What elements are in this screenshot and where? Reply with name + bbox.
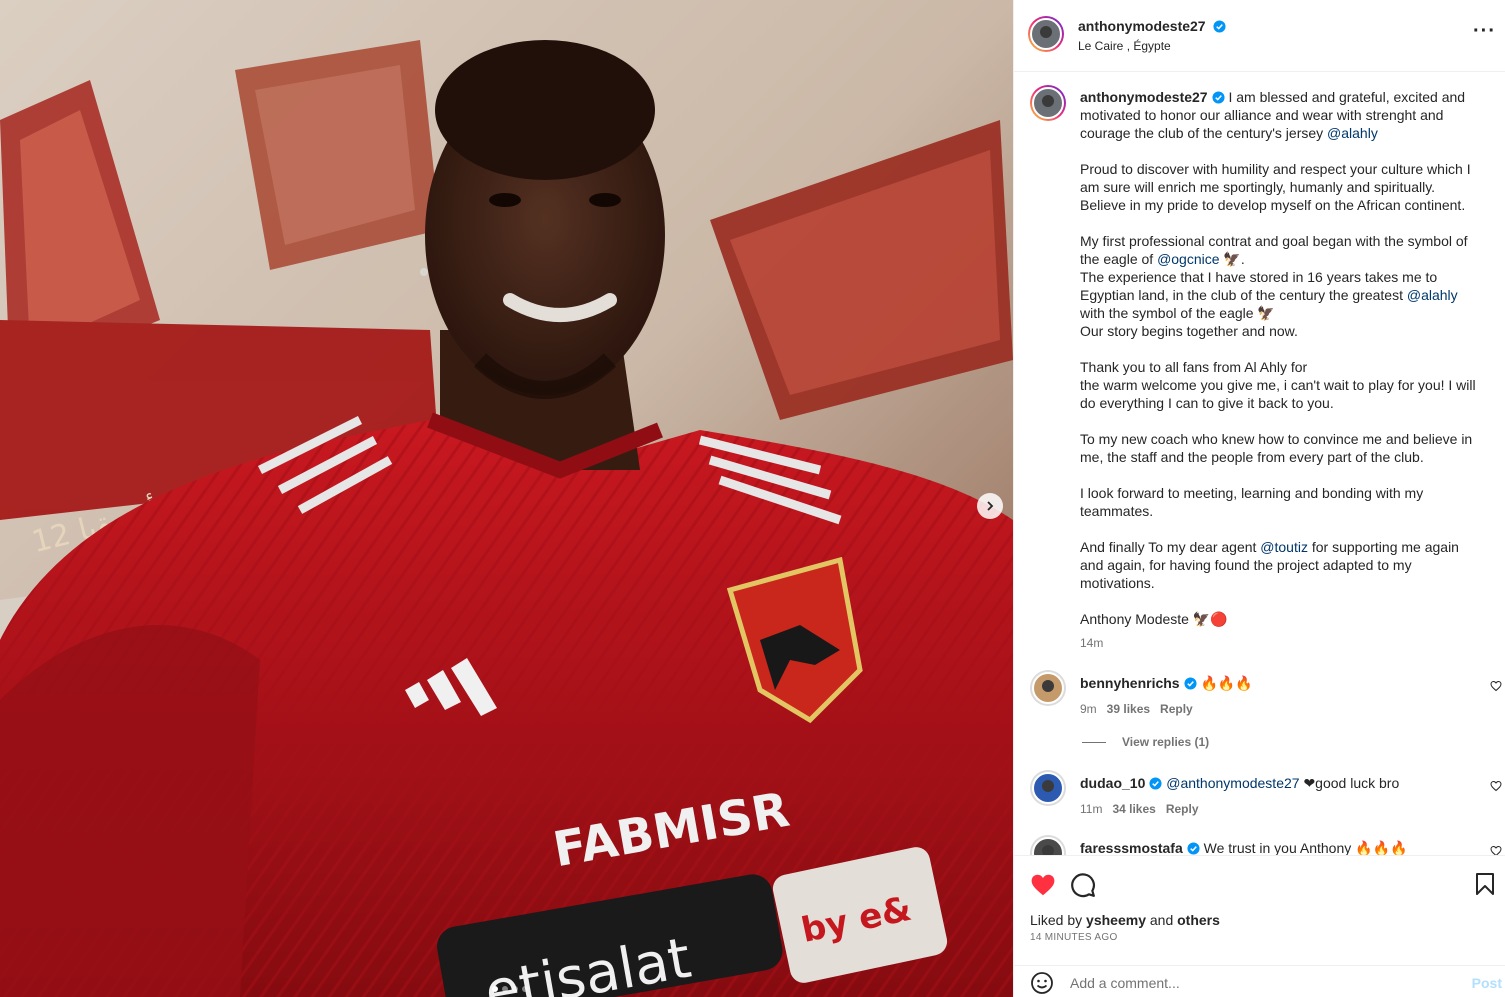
chevron-right-icon xyxy=(987,501,994,511)
mention-link[interactable]: @alahly xyxy=(1327,125,1378,141)
comment-like-heart-icon[interactable] xyxy=(1490,780,1502,792)
verified-badge-icon xyxy=(1212,91,1225,104)
carousel-dot xyxy=(512,986,518,992)
liked-by-user[interactable]: ysheemy xyxy=(1086,912,1146,928)
comment-bubble-icon[interactable] xyxy=(1070,872,1096,898)
post-time-ago[interactable]: 14 MINUTES AGO xyxy=(1030,932,1118,943)
comment-likes[interactable]: 34 likes xyxy=(1112,802,1155,816)
carousel-next-button[interactable] xyxy=(977,493,1003,519)
more-options-icon[interactable]: ··· xyxy=(1473,21,1496,41)
author-avatar[interactable] xyxy=(1028,16,1064,52)
caption-text: anthonymodeste27 I am blessed and gratef… xyxy=(1080,88,1480,652)
carousel-indicator xyxy=(492,986,528,992)
caption-avatar[interactable] xyxy=(1030,85,1066,121)
comments-list[interactable]: anthonymodeste27 I am blessed and gratef… xyxy=(1014,73,1505,855)
mention-link[interactable]: @anthonymodeste27 xyxy=(1166,775,1299,791)
comment-avatar[interactable] xyxy=(1030,670,1066,706)
carousel-dot xyxy=(502,986,508,992)
post-comment-button[interactable]: Post xyxy=(1472,975,1502,991)
caption-text-fragment: the warm welcome you give me, i can't wa… xyxy=(1080,377,1476,411)
comment-username[interactable]: faresssmostafa xyxy=(1080,840,1183,855)
comment-item: faresssmostafa We trust in you Anthony 🔥… xyxy=(1030,835,1505,855)
caption-text-fragment: The experience that I have stored in 16 … xyxy=(1080,269,1438,303)
caption-text-fragment: Thank you to all fans from Al Ahly for xyxy=(1080,359,1308,375)
post-actions: Liked by ysheemy and others 14 MINUTES A… xyxy=(1014,855,1505,965)
caption-paragraph: Proud to discover with humility and resp… xyxy=(1080,161,1471,213)
comment-likes[interactable]: 39 likes xyxy=(1107,702,1150,716)
caption-signature: Anthony Modeste 🦅🔴 xyxy=(1080,611,1228,627)
post-media[interactable]: الأهلي بطل أفريقيا 12 xyxy=(0,0,1013,997)
comment-item: bennyhenrichs 🔥🔥🔥 9m 39 likes Reply xyxy=(1030,670,1505,730)
comment-username[interactable]: dudao_10 xyxy=(1080,775,1145,791)
view-replies-button[interactable]: View replies (1) xyxy=(1082,735,1209,749)
comment-text: We trust in you Anthony 🔥🔥🔥 xyxy=(1203,840,1408,855)
liked-by-and: and xyxy=(1145,912,1178,928)
comment-item: dudao_10 @anthonymodeste27 ❤good luck br… xyxy=(1030,770,1505,830)
liked-by-prefix: Liked by xyxy=(1030,912,1087,928)
post-modal: الأهلي بطل أفريقيا 12 xyxy=(0,0,1505,997)
caption-timestamp[interactable]: 14m xyxy=(1080,634,1480,652)
carousel-dot xyxy=(492,986,498,992)
comment-reply-button[interactable]: Reply xyxy=(1166,802,1199,816)
mention-link[interactable]: @alahly xyxy=(1407,287,1458,303)
like-heart-icon[interactable] xyxy=(1030,872,1056,898)
author-username[interactable]: anthonymodeste27 xyxy=(1078,18,1206,34)
comment-text: 🔥🔥🔥 xyxy=(1200,675,1253,691)
comment-time[interactable]: 11m xyxy=(1080,802,1102,816)
bookmark-icon[interactable] xyxy=(1474,872,1496,896)
verified-badge-icon xyxy=(1213,20,1227,33)
comment-time[interactable]: 9m xyxy=(1080,702,1097,716)
post-location[interactable]: Le Caire , Égypte xyxy=(1078,39,1171,53)
verified-badge-icon xyxy=(1149,777,1162,790)
post-header: anthonymodeste27 Le Caire , Égypte ··· xyxy=(1014,0,1505,72)
mention-link[interactable]: @ogcnice xyxy=(1157,251,1219,267)
caption-text-fragment: And finally To my dear agent xyxy=(1080,539,1261,555)
caption-paragraph: To my new coach who knew how to convince… xyxy=(1080,431,1473,465)
caption-username[interactable]: anthonymodeste27 xyxy=(1080,89,1208,105)
comment-avatar[interactable] xyxy=(1030,770,1066,806)
verified-badge-icon xyxy=(1184,677,1197,690)
post-side-panel: anthonymodeste27 Le Caire , Égypte ··· a… xyxy=(1013,0,1505,997)
caption-text-fragment: Our story begins together and now. xyxy=(1080,323,1298,339)
liked-by-others[interactable]: others xyxy=(1177,912,1220,928)
mention-link[interactable]: @toutiz xyxy=(1260,539,1308,555)
comment-text: ❤good luck bro xyxy=(1299,775,1400,791)
comment-input[interactable] xyxy=(1070,972,1450,994)
comment-like-heart-icon[interactable] xyxy=(1490,680,1502,692)
comment-avatar[interactable] xyxy=(1030,835,1066,855)
liked-by-text: Liked by ysheemy and others xyxy=(1030,912,1220,928)
caption-paragraph: My first professional contrat and goal b… xyxy=(1080,233,1468,267)
caption-text-fragment: 🦅. xyxy=(1219,251,1245,267)
carousel-dot xyxy=(522,986,528,992)
add-comment-bar: Post xyxy=(1014,965,1505,997)
caption-text-fragment: with the symbol of the eagle 🦅 xyxy=(1080,305,1275,321)
caption-paragraph: I look forward to meeting, learning and … xyxy=(1080,485,1424,519)
comment-like-heart-icon[interactable] xyxy=(1490,845,1502,855)
verified-badge-icon xyxy=(1187,842,1200,855)
comment-reply-button[interactable]: Reply xyxy=(1160,702,1193,716)
post-photo: الأهلي بطل أفريقيا 12 xyxy=(0,0,1013,997)
view-replies-label: View replies (1) xyxy=(1122,735,1210,749)
comment-username[interactable]: bennyhenrichs xyxy=(1080,675,1180,691)
emoji-icon[interactable] xyxy=(1030,971,1054,995)
post-caption: anthonymodeste27 I am blessed and gratef… xyxy=(1030,85,1490,655)
